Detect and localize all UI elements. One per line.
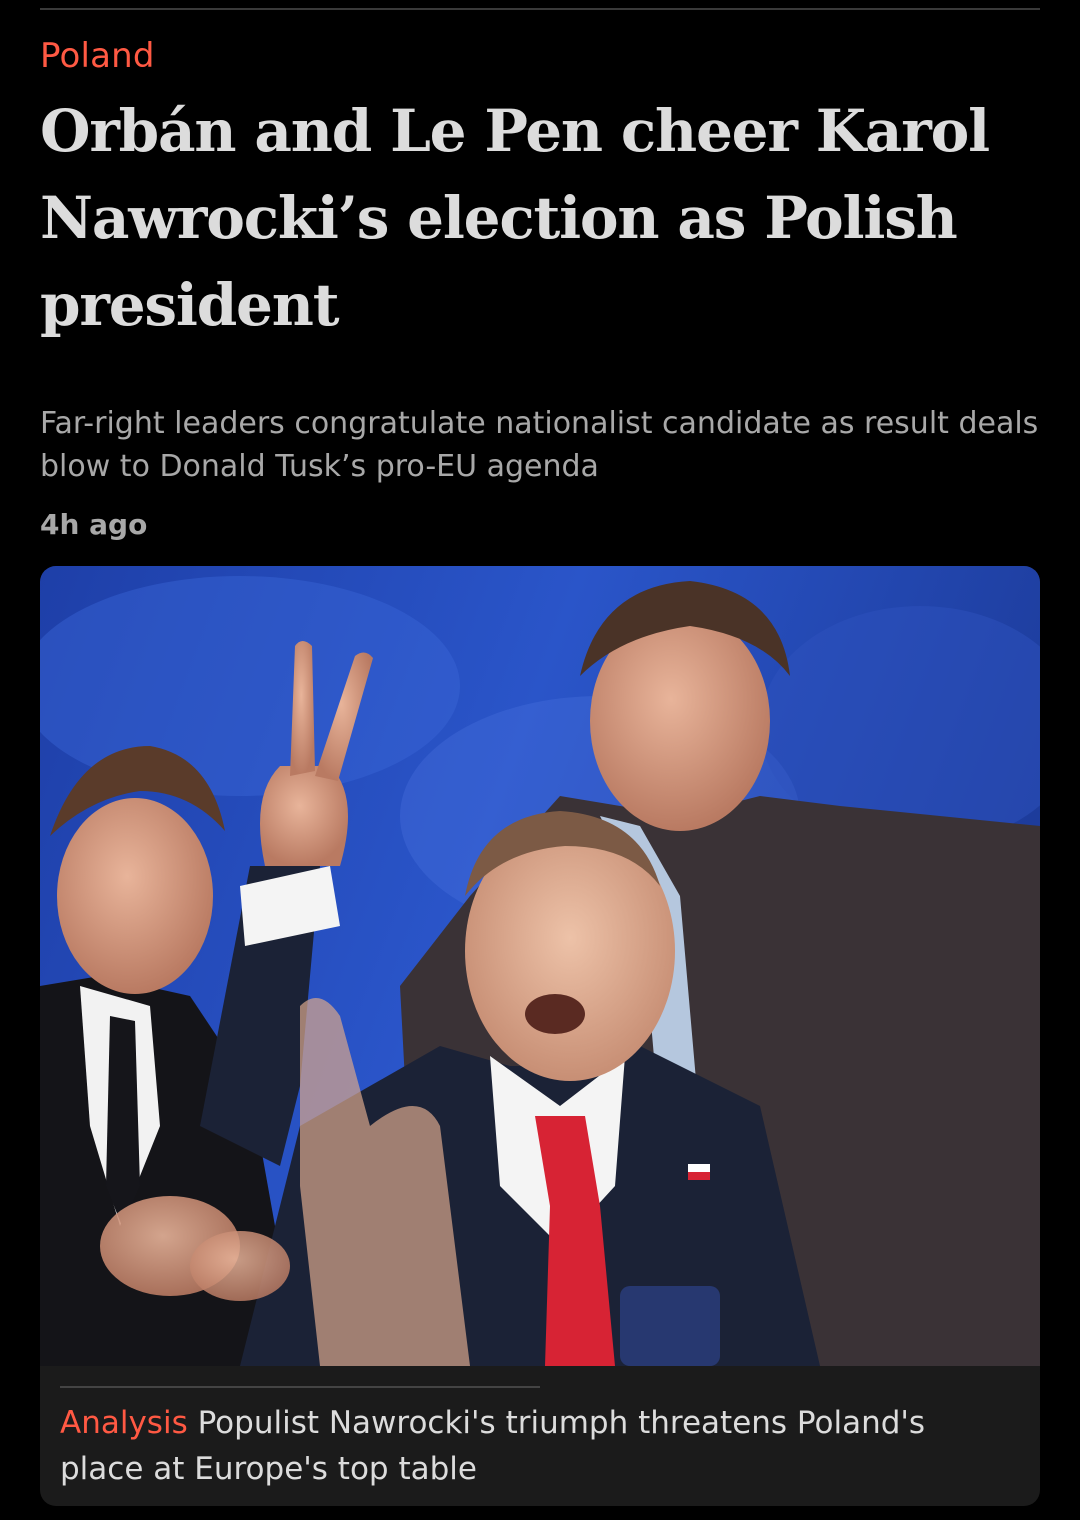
- article-timestamp: 4h ago: [40, 508, 148, 541]
- article-standfirst: Far-right leaders congratulate nationali…: [40, 406, 1039, 484]
- section-kicker[interactable]: Poland: [40, 36, 155, 76]
- article-photo[interactable]: [40, 566, 1040, 1366]
- article-card[interactable]: Analysis Populist Nawrocki's triumph thr…: [40, 566, 1040, 1506]
- card-divider: [60, 1386, 540, 1388]
- related-title: Populist Nawrocki's triumph threatens Po…: [60, 1405, 926, 1487]
- article-headline[interactable]: Orbán and Le Pen cheer Karol Nawrocki’s …: [40, 88, 1040, 349]
- top-divider: [40, 8, 1040, 10]
- related-kicker: Analysis: [60, 1405, 188, 1441]
- related-link[interactable]: Analysis Populist Nawrocki's triumph thr…: [60, 1400, 1000, 1492]
